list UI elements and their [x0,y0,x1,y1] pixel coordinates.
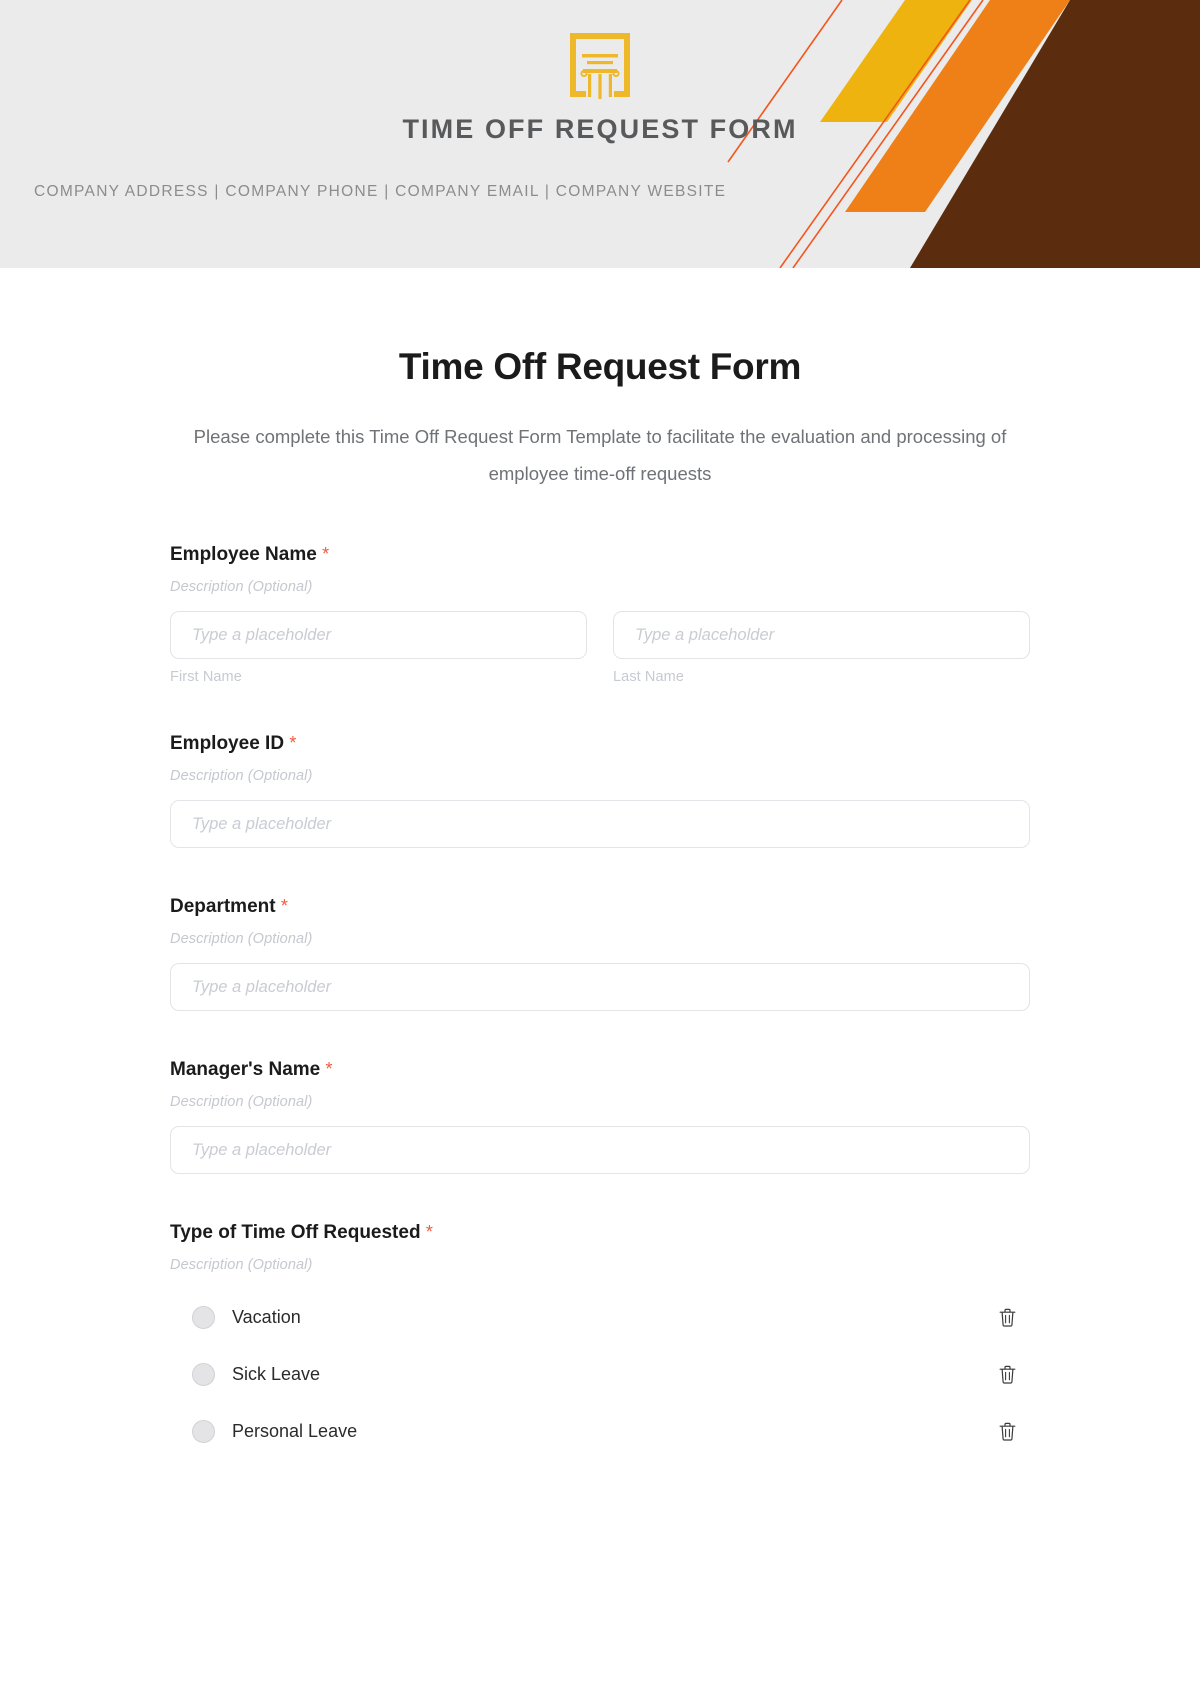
form-subtitle: Please complete this Time Off Request Fo… [193,426,1007,484]
field-label-department: Department * [170,896,1030,918]
manager-name-input[interactable] [170,1126,1030,1174]
company-contact-line: COMPANY ADDRESS | COMPANY PHONE | COMPAN… [34,183,727,200]
field-label-text: Manager's Name [170,1059,321,1080]
field-label-employee-name: Employee Name * [170,544,1030,566]
field-label-text: Type of Time Off Requested [170,1222,421,1243]
field-group-employee-name: Employee Name * Description (Optional) F… [170,544,1030,685]
department-input[interactable] [170,963,1030,1011]
input-col-last-name: Last Name [613,611,1030,685]
input-col-first-name: First Name [170,611,587,685]
field-label-text: Department [170,896,276,917]
field-group-employee-id: Employee ID * Description (Optional) [170,733,1030,848]
trash-icon [999,1422,1015,1441]
field-label-text: Employee ID [170,733,285,754]
radio-label-vacation: Vacation [232,1307,301,1327]
field-group-time-off-type: Type of Time Off Requested * Description… [170,1222,1030,1460]
delete-option-sick-leave-button[interactable] [994,1362,1020,1388]
sub-label-last-name: Last Name [613,669,685,685]
field-description-time-off-type: Description (Optional) [170,1257,313,1273]
form-body: Time Off Request Form Please complete th… [0,268,1200,1460]
trash-icon [999,1365,1015,1384]
employee-id-input[interactable] [170,800,1030,848]
sub-label-first-name: First Name [170,669,242,685]
radio-option-sick-leave[interactable]: Sick Leave [170,1346,1030,1403]
form-fields-container: Employee Name * Description (Optional) F… [170,544,1030,1460]
field-description-manager-name: Description (Optional) [170,1094,313,1110]
field-description-employee-name: Description (Optional) [170,579,313,595]
required-asterisk: * [280,896,288,916]
field-description-department: Description (Optional) [170,931,313,947]
last-name-input[interactable] [613,611,1030,659]
delete-option-personal-leave-button[interactable] [994,1419,1020,1445]
first-name-input[interactable] [170,611,587,659]
banner-title: TIME OFF REQUEST FORM [402,114,798,144]
radio-option-personal-leave[interactable]: Personal Leave [170,1403,1030,1460]
company-logo [0,26,1200,104]
required-asterisk: * [289,733,297,753]
field-label-text: Employee Name [170,544,317,565]
field-group-department: Department * Description (Optional) [170,896,1030,1011]
input-row-employee-name: First Name Last Name [170,611,1030,685]
field-description-employee-id: Description (Optional) [170,768,313,784]
required-asterisk: * [425,1222,433,1242]
radio-option-vacation[interactable]: Vacation [170,1289,1030,1346]
delete-option-vacation-button[interactable] [994,1305,1020,1331]
field-label-employee-id: Employee ID * [170,733,1030,755]
radio-button-vacation[interactable] [192,1306,215,1329]
page-header-banner: TIME OFF REQUEST FORM COMPANY ADDRESS | … [0,0,1200,268]
field-label-manager-name: Manager's Name * [170,1059,1030,1081]
radio-label-sick-leave: Sick Leave [232,1364,321,1384]
required-asterisk: * [325,1059,333,1079]
radio-button-sick-leave[interactable] [192,1363,215,1386]
column-pillar-icon [570,33,630,99]
required-asterisk: * [322,544,330,564]
radio-label-personal-leave: Personal Leave [232,1421,358,1441]
field-group-manager-name: Manager's Name * Description (Optional) [170,1059,1030,1174]
trash-icon [999,1308,1015,1327]
field-label-time-off-type: Type of Time Off Requested * [170,1222,1030,1244]
radio-button-personal-leave[interactable] [192,1420,215,1443]
form-title: Time Off Request Form [398,346,802,387]
